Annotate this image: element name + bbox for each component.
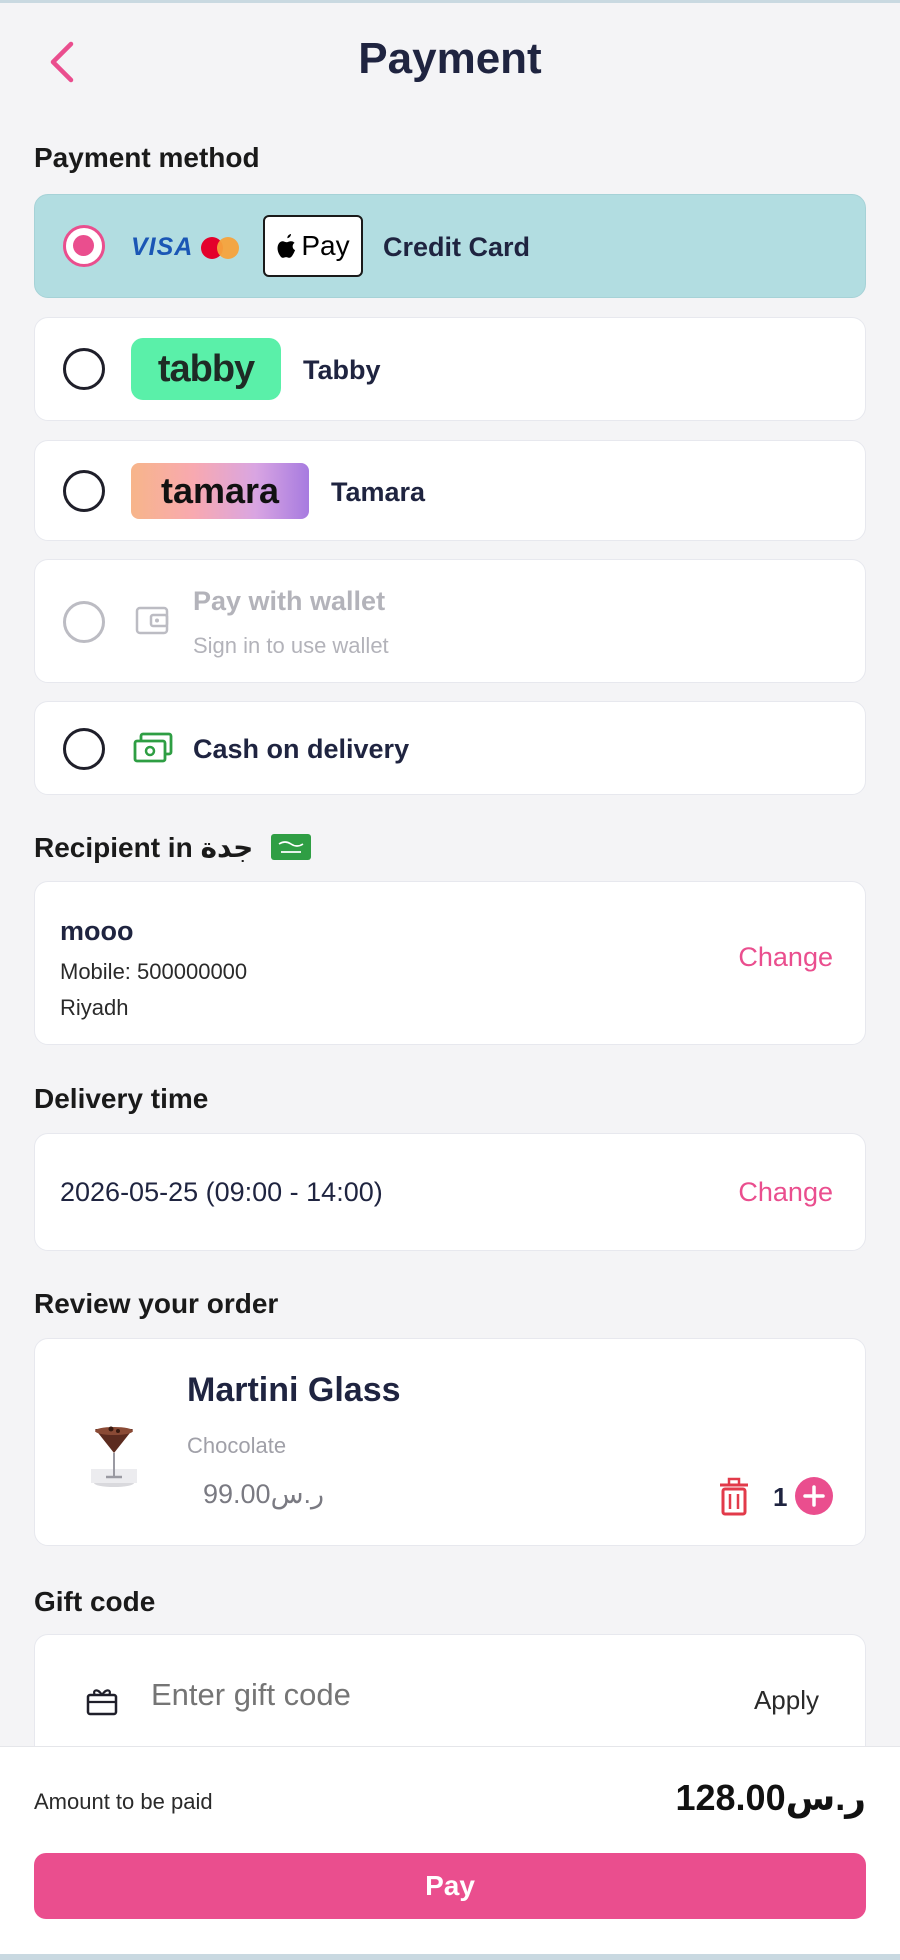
- radio-tabby[interactable]: [63, 348, 105, 390]
- delivery-time-title: Delivery time: [34, 1083, 209, 1114]
- cash-label: Cash on delivery: [193, 734, 410, 764]
- item-quantity: 1: [773, 1482, 788, 1512]
- wallet-sublabel: Sign in to use wallet: [193, 633, 389, 658]
- payment-option-tabby[interactable]: tabby Tabby: [34, 317, 866, 421]
- gift-icon: [86, 1689, 118, 1716]
- cash-icon: [133, 732, 173, 763]
- radio-credit-card[interactable]: [63, 225, 105, 267]
- recipient-mobile: Mobile: 500000000: [60, 959, 248, 984]
- product-price: ر.س99.00: [203, 1479, 325, 1509]
- product-image: [91, 1426, 137, 1487]
- payment-option-credit-card[interactable]: VISA Pay Credit Card: [34, 194, 866, 298]
- delivery-time-value: 2026-05-25 (09:00 - 14:00): [60, 1177, 383, 1207]
- wallet-icon: [135, 606, 169, 635]
- recipient-change-button[interactable]: Change: [738, 942, 833, 973]
- header: Payment: [0, 0, 900, 124]
- product-variant: Chocolate: [187, 1433, 287, 1458]
- visa-logo: VISA: [131, 233, 194, 261]
- product-name: Martini Glass: [187, 1371, 401, 1409]
- recipient-title: Recipient in جدة: [34, 831, 312, 864]
- payment-screen: Payment Payment method VISA Pay Credit C…: [0, 0, 900, 1960]
- delivery-time-card: 2026-05-25 (09:00 - 14:00) Change: [34, 1133, 866, 1251]
- recipient-city: Riyadh: [60, 995, 129, 1020]
- trash-icon: [720, 1477, 748, 1516]
- payment-option-wallet[interactable]: Pay with wallet Sign in to use wallet: [34, 559, 866, 683]
- bottom-border: [0, 1954, 900, 1960]
- order-item-card: Martini Glass Chocolate ر.س99.00 1: [34, 1338, 866, 1546]
- delete-item-button[interactable]: [717, 1477, 751, 1517]
- page-title: Payment: [358, 34, 542, 83]
- tamara-label: Tamara: [331, 477, 426, 507]
- payment-option-tamara[interactable]: tamara Tamara: [34, 440, 866, 541]
- pay-button[interactable]: Pay: [34, 1853, 866, 1919]
- amount-label: Amount to be paid: [34, 1789, 213, 1814]
- credit-card-label: Credit Card: [383, 232, 531, 262]
- apple-pay-text: Pay: [301, 230, 350, 261]
- radio-cash[interactable]: [63, 728, 105, 770]
- recipient-title-text: Recipient in جدة: [34, 832, 254, 863]
- review-order-title: Review your order: [34, 1288, 279, 1319]
- plus-icon: [803, 1485, 825, 1507]
- apple-pay-logo: Pay: [263, 215, 363, 277]
- gift-code-input[interactable]: [151, 1671, 711, 1719]
- payment-method-title: Payment method: [34, 142, 260, 173]
- delivery-change-button[interactable]: Change: [738, 1177, 833, 1208]
- increase-quantity-button[interactable]: [795, 1477, 833, 1515]
- tabby-label: Tabby: [303, 355, 381, 385]
- payment-footer: Amount to be paid ر.س128.00 Pay: [0, 1746, 900, 1960]
- radio-tamara[interactable]: [63, 470, 105, 512]
- tamara-logo: tamara: [131, 463, 309, 519]
- apply-gift-button[interactable]: Apply: [754, 1685, 819, 1716]
- radio-wallet[interactable]: [63, 601, 105, 643]
- wallet-label: Pay with wallet: [193, 586, 386, 616]
- tabby-logo: tabby: [131, 338, 281, 400]
- apple-icon: [277, 234, 296, 258]
- mastercard-logo: [201, 237, 251, 259]
- flag-icon: [271, 834, 312, 860]
- recipient-name: mooo: [60, 916, 134, 946]
- gift-code-title: Gift code: [34, 1586, 156, 1617]
- amount-value: ر.س128.00: [675, 1777, 866, 1818]
- payment-option-cash[interactable]: Cash on delivery: [34, 701, 866, 795]
- gift-code-card: Apply: [34, 1634, 866, 1764]
- recipient-card: mooo Mobile: 500000000 Riyadh Change: [34, 881, 866, 1045]
